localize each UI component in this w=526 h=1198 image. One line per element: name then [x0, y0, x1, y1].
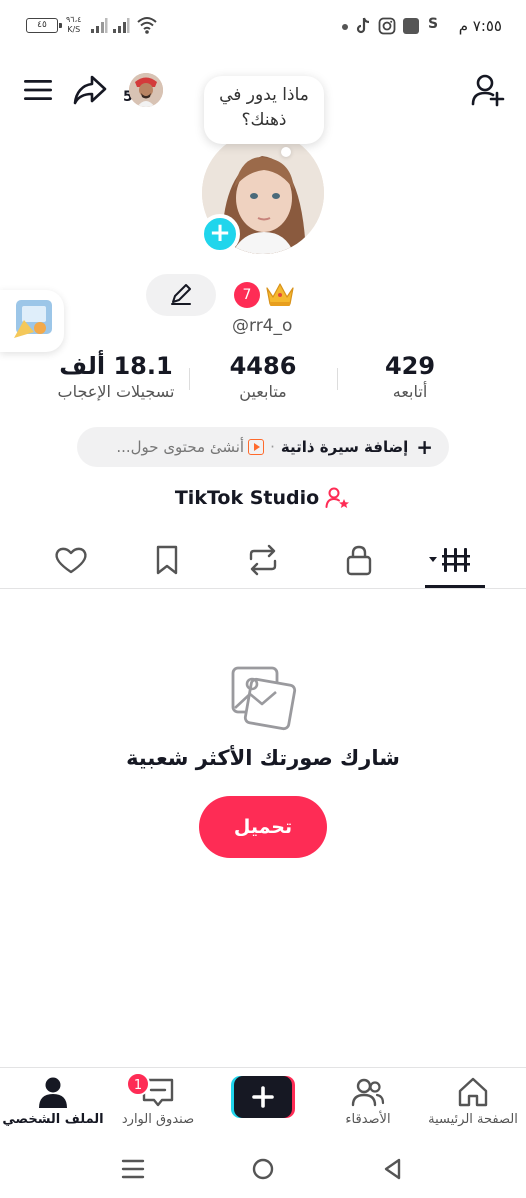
thought-bubble[interactable]: ماذا يدور في ذهنك؟ — [204, 76, 324, 144]
videos-tab[interactable] — [426, 542, 476, 578]
speed-unit: K/S — [67, 25, 81, 34]
stat-likes[interactable]: 18.1 ألف تسجيلات الإعجاب — [36, 352, 196, 401]
recent-apps-icon[interactable] — [118, 1154, 148, 1184]
tiktok-icon — [356, 17, 370, 34]
side-sticker[interactable] — [0, 290, 64, 352]
likes-count: 18.1 ألف — [59, 352, 173, 380]
bubble-tail — [281, 147, 291, 157]
gallery-icon — [403, 18, 419, 34]
pencil-icon — [171, 284, 191, 305]
nav-friends-label: الأصدقاء — [345, 1112, 391, 1127]
empty-state-title: شارك صورتك الأكثر شعبية — [126, 746, 400, 770]
wifi-icon — [137, 17, 157, 34]
notification-badge[interactable]: 7 — [234, 282, 260, 308]
bottom-nav-divider — [0, 1067, 526, 1068]
following-label: أتابعه — [392, 382, 428, 401]
plus-icon: + — [416, 435, 433, 459]
speed-value: ٩٦،٤ — [66, 15, 82, 24]
bubble-line-2: ذهنك؟ — [241, 110, 287, 130]
battery-icon: ٤٥ — [26, 18, 62, 33]
network-speed: ٩٦،٤ K/S — [66, 15, 81, 35]
create-button[interactable] — [231, 1076, 295, 1118]
play-icon — [248, 439, 265, 455]
upload-button[interactable]: تحميل — [199, 796, 327, 858]
signal-icon — [113, 18, 130, 33]
likes-label: تسجيلات الإعجاب — [57, 382, 175, 401]
bubble-line-1: ماذا يدور في — [219, 85, 309, 105]
add-avatar-button[interactable]: + — [200, 214, 240, 254]
liked-tab[interactable] — [51, 542, 91, 578]
nav-home-label: الصفحة الرئيسية — [428, 1112, 518, 1127]
s-icon: S — [428, 16, 439, 32]
bio-separator: · — [270, 438, 275, 456]
studio-person-icon — [325, 487, 350, 508]
create-content-text: أنشئ محتوى حول... — [116, 438, 245, 456]
username: @rr4_o — [232, 316, 293, 336]
tiktok-studio-row[interactable]: TikTok Studio — [0, 486, 526, 510]
favorites-tab[interactable] — [147, 542, 187, 578]
tabs-divider — [0, 588, 526, 589]
private-tab[interactable] — [339, 542, 379, 578]
stat-followers[interactable]: 4486 متابعين — [183, 352, 343, 401]
profile-icon — [39, 1077, 67, 1108]
following-count: 429 — [384, 352, 436, 380]
edit-profile-button[interactable] — [146, 274, 216, 316]
friends-icon — [351, 1078, 385, 1107]
dot-icon — [342, 24, 348, 30]
studio-label: TikTok Studio — [174, 487, 320, 509]
nav-home[interactable]: الصفحة الرئيسية — [421, 1074, 525, 1127]
signal-icon — [91, 18, 108, 33]
story-avatar[interactable] — [129, 73, 163, 107]
crown-icon[interactable] — [264, 278, 296, 310]
add-bio-pill[interactable]: + إضافة سيرة ذاتية · أنشئ محتوى حول... — [77, 427, 449, 467]
followers-label: متابعين — [239, 382, 287, 401]
status-bar: ٤٥ ٩٦،٤ K/S S ٧:٥٥ م — [0, 0, 526, 52]
home-button-icon[interactable] — [248, 1154, 278, 1184]
nav-inbox[interactable]: صندوق الوارد — [106, 1074, 210, 1127]
share-icon[interactable] — [72, 74, 108, 106]
home-icon — [458, 1077, 488, 1107]
followers-count: 4486 — [229, 352, 297, 380]
menu-icon[interactable] — [23, 78, 53, 102]
add-bio-text: إضافة سيرة ذاتية — [280, 438, 409, 456]
nav-friends[interactable]: الأصدقاء — [316, 1074, 420, 1127]
instagram-icon — [378, 17, 396, 35]
add-friend-icon[interactable] — [470, 72, 506, 108]
nav-profile[interactable]: الملف الشخصي — [1, 1074, 105, 1127]
photo-icon — [231, 666, 297, 731]
battery-level: ٤٥ — [37, 20, 47, 30]
stat-following[interactable]: 429 أتابعه — [330, 352, 490, 401]
back-icon[interactable] — [378, 1154, 408, 1184]
nav-profile-label: الملف الشخصي — [2, 1112, 104, 1127]
nav-inbox-label: صندوق الوارد — [121, 1112, 195, 1127]
inbox-badge: 1 — [126, 1072, 150, 1096]
repost-tab[interactable] — [243, 542, 283, 578]
clock: ٧:٥٥ م — [458, 17, 502, 35]
